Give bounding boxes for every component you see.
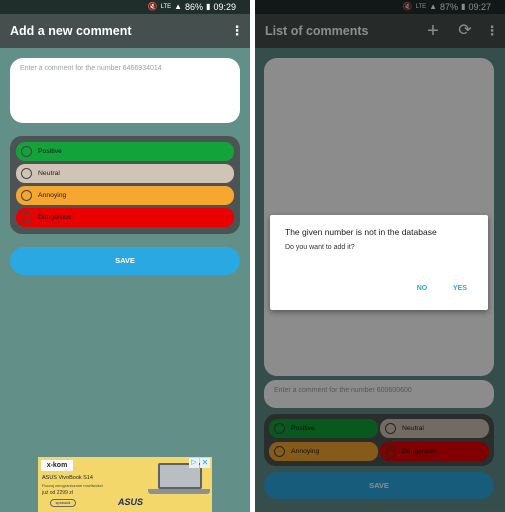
page-title: Add a new comment [10,24,132,38]
rating-label: Dangerous [38,214,72,221]
battery-icon: ▮ [206,2,211,11]
no-button[interactable]: NO [410,285,434,292]
ad-button[interactable]: sprawdź [50,499,76,507]
ad-choices-icon[interactable]: ▷ [189,458,199,468]
close-icon[interactable]: ✕ [200,458,210,468]
dialog-message: Do you want to add it? [285,244,355,251]
rating-label: Annoying [38,192,67,199]
add-comment-screen: 🔇 LTE ▲ 86% ▮ 09:29 Add a new comment ⋮ … [0,0,250,512]
rating-option-dangerous[interactable]: Dangerous [16,208,234,227]
add-number-dialog: The given number is not in the database … [270,215,488,310]
app-bar: Add a new comment ⋮ [0,14,250,48]
ad-laptop-base [148,489,210,494]
comment-input[interactable]: Enter a comment for the number 646693401… [10,58,240,123]
mute-icon: 🔇 [147,2,158,11]
rating-option-positive[interactable]: Positive [16,142,234,161]
signal-icon: ▲ [174,2,183,11]
more-vert-icon[interactable]: ⋮ [230,14,244,48]
radio-button[interactable] [21,168,32,179]
radio-button[interactable] [21,146,32,157]
ad-asus-logo: ASUS [118,497,144,507]
yes-button[interactable]: YES [447,285,473,292]
rating-selector: Positive Neutral Annoying Dangerous [10,136,240,234]
dialog-title: The given number is not in the database [285,227,437,237]
ad-product: ASUS VivoBook S14 [42,475,93,481]
rating-option-neutral[interactable]: Neutral [16,164,234,183]
ad-tagline: Poczuj nieograniczone możliwości [42,483,103,488]
ad-price: już od 2299 zł [42,490,73,496]
radio-button[interactable] [21,212,32,223]
battery-level: 86% [185,2,204,12]
ad-brand-logo: x-kom [41,460,73,471]
save-button[interactable]: SAVE [10,247,240,275]
lte-icon: LTE [160,4,172,10]
comments-list-screen: 🔇 LTE ▲ 87% ▮ 09:27 List of comments + ⟳… [255,0,505,512]
status-bar: 🔇 LTE ▲ 86% ▮ 09:29 [0,0,250,14]
ad-banner[interactable]: x-kom ASUS VivoBook S14 Poczuj nieograni… [38,457,212,512]
rating-label: Positive [38,148,62,155]
radio-button[interactable] [21,190,32,201]
rating-label: Neutral [38,170,60,177]
comment-input-placeholder: Enter a comment for the number 646693401… [20,65,162,72]
rating-option-annoying[interactable]: Annoying [16,186,234,205]
clock: 09:29 [213,2,236,12]
